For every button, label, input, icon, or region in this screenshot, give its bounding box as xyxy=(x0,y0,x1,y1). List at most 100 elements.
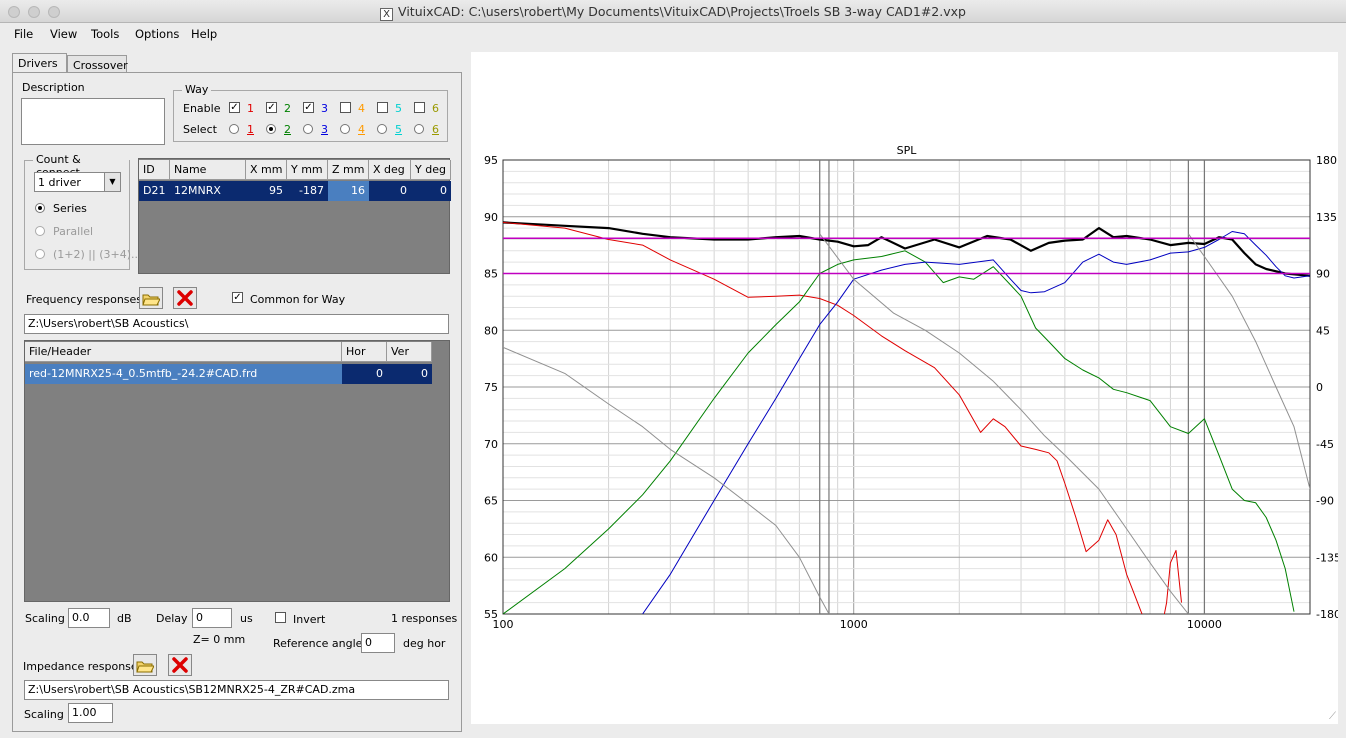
frequency-table-cell[interactable]: red-12MNRX25-4_0.5mtfb_-24.2#CAD.frd xyxy=(25,364,342,384)
driver-table-cell[interactable]: -187 xyxy=(287,181,328,201)
title-bar: X VituixCAD: C:\users\robert\My Documents… xyxy=(0,0,1346,23)
menu-options[interactable]: Options xyxy=(135,27,179,41)
y2-tick-label: 90 xyxy=(1316,268,1330,281)
y2-tick-label: -45 xyxy=(1316,438,1334,451)
way-6-enable-checkbox[interactable] xyxy=(414,102,425,113)
driver-count-select[interactable]: 1 driver ▼ xyxy=(34,172,121,192)
driver-count-value: 1 driver xyxy=(38,176,81,189)
driver-table-cell[interactable]: 0 xyxy=(369,181,411,201)
impedance-scaling-input[interactable]: 1.00 xyxy=(68,703,113,723)
frequency-col-header[interactable]: Hor xyxy=(342,342,387,362)
tab-drivers[interactable]: Drivers xyxy=(12,53,67,74)
way-3-select-label: 3 xyxy=(321,123,328,136)
remove-impedance-button[interactable] xyxy=(168,654,192,676)
resize-grip-icon[interactable]: ⟋ xyxy=(1329,711,1336,722)
invert-checkbox[interactable] xyxy=(275,612,286,623)
mixed-connect-radio[interactable] xyxy=(35,249,45,259)
way-2-enable-label: 2 xyxy=(284,102,291,115)
scaling-unit: dB xyxy=(117,612,132,625)
frequency-col-header[interactable]: Ver xyxy=(387,342,432,362)
way-4-enable-label: 4 xyxy=(358,102,365,115)
y-tick-label: 85 xyxy=(484,268,498,281)
y-tick-label: 70 xyxy=(484,438,498,451)
spl-chart[interactable]: SPL95908580757065605518013590450-45-90-1… xyxy=(471,52,1341,724)
delay-input[interactable]: 0 xyxy=(192,608,232,628)
way-3-select-radio[interactable] xyxy=(303,124,313,134)
way-5-enable-checkbox[interactable] xyxy=(377,102,388,113)
y2-tick-label: -90 xyxy=(1316,495,1334,508)
folder-open-icon xyxy=(136,661,154,672)
way-1-select-radio[interactable] xyxy=(229,124,239,134)
driver-col-header[interactable]: Name xyxy=(170,160,246,180)
driver-table-cell[interactable]: 12MNRX xyxy=(170,181,246,201)
series-line xyxy=(642,231,1310,614)
y2-tick-label: -135 xyxy=(1316,551,1338,564)
reference-angle-input[interactable]: 0 xyxy=(361,633,395,653)
open-folder-button[interactable] xyxy=(139,287,163,309)
open-impedance-button[interactable] xyxy=(133,654,157,676)
impedance-response-label: Impedance response xyxy=(23,660,138,673)
delete-x-icon xyxy=(177,290,193,306)
driver-table-cell[interactable]: 16 xyxy=(328,181,369,201)
way-4-select-radio[interactable] xyxy=(340,124,350,134)
frequency-responses-label: Frequency responses xyxy=(26,293,143,306)
y-tick-label: 95 xyxy=(484,154,498,167)
reference-angle-label: Reference angle xyxy=(273,637,363,650)
series-radio[interactable] xyxy=(35,203,45,213)
description-input[interactable] xyxy=(21,98,165,145)
menu-view[interactable]: View xyxy=(50,27,77,41)
driver-table-cell[interactable]: 0 xyxy=(411,181,451,201)
y2-tick-label: 45 xyxy=(1316,324,1330,337)
driver-table-cell[interactable]: D21 xyxy=(139,181,170,201)
x-tick-label: 1000 xyxy=(840,618,868,631)
series-label: Series xyxy=(53,202,87,215)
way-4-select-label: 4 xyxy=(358,123,365,136)
y-tick-label: 90 xyxy=(484,211,498,224)
frequency-table-cell[interactable]: 0 xyxy=(342,364,387,384)
x-tick-label: 10000 xyxy=(1187,618,1222,631)
y-tick-label: 75 xyxy=(484,381,498,394)
way-3-enable-checkbox[interactable]: ✓ xyxy=(303,102,314,113)
z-offset-label: Z= 0 mm xyxy=(193,633,246,646)
spl-chart-panel: SPL 95 90 85 80 75 70 65 60 55 180 135 90 45 0 -45 -90 -1… xyxy=(471,52,1341,724)
impedance-path-input[interactable]: Z:\Users\robert\SB Acoustics\SB12MNRX25-… xyxy=(24,680,449,700)
parallel-radio[interactable] xyxy=(35,226,45,236)
way-2-select-label: 2 xyxy=(284,123,291,136)
way-1-enable-checkbox[interactable]: ✓ xyxy=(229,102,240,113)
y-tick-label: 80 xyxy=(484,324,498,337)
mixed-connect-label: (1+2) || (3+4)... xyxy=(53,248,142,261)
folder-open-icon xyxy=(142,294,160,305)
way-enable-label: Enable xyxy=(183,102,221,115)
way-2-select-radio[interactable] xyxy=(266,124,276,134)
driver-col-header[interactable]: ID xyxy=(139,160,170,180)
remove-frequency-button[interactable] xyxy=(173,287,197,309)
driver-col-header[interactable]: Y deg xyxy=(411,160,451,180)
driver-col-header[interactable]: Y mm xyxy=(287,160,328,180)
y2-tick-label: 135 xyxy=(1316,211,1337,224)
y-tick-label: 65 xyxy=(484,495,498,508)
way-6-select-radio[interactable] xyxy=(414,124,424,134)
way-3-enable-label: 3 xyxy=(321,102,328,115)
way-2-enable-checkbox[interactable]: ✓ xyxy=(266,102,277,113)
way-group-title: Way xyxy=(182,83,212,96)
way-5-select-radio[interactable] xyxy=(377,124,387,134)
menu-help[interactable]: Help xyxy=(191,27,217,41)
menu-tools[interactable]: Tools xyxy=(91,27,119,41)
driver-col-header[interactable]: X deg xyxy=(369,160,411,180)
app-icon: X xyxy=(380,8,394,21)
scaling-label: Scaling xyxy=(25,612,65,625)
way-4-enable-checkbox[interactable] xyxy=(340,102,351,113)
chevron-down-icon: ▼ xyxy=(104,173,120,191)
scaling-input[interactable]: 0.0 xyxy=(68,608,110,628)
responses-count: 1 responses xyxy=(391,612,458,625)
delay-label: Delay xyxy=(156,612,188,625)
driver-table-cell[interactable]: 95 xyxy=(246,181,287,201)
frequency-col-header[interactable]: File/Header xyxy=(25,342,342,362)
frequency-table-cell[interactable]: 0 xyxy=(387,364,432,384)
driver-col-header[interactable]: X mm xyxy=(246,160,287,180)
menu-file[interactable]: File xyxy=(14,27,33,41)
driver-col-header[interactable]: Z mm xyxy=(328,160,369,180)
common-for-way-checkbox[interactable]: ✓ xyxy=(232,292,243,303)
way-5-select-label: 5 xyxy=(395,123,402,136)
frequency-path-input[interactable]: Z:\Users\robert\SB Acoustics\ xyxy=(24,314,449,334)
